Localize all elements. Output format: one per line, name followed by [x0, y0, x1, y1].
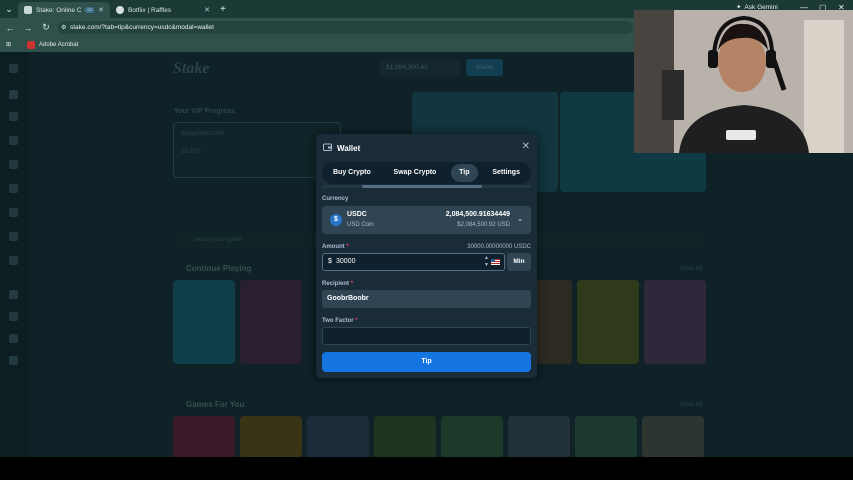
browser-tab-stake[interactable]: Stake: Online Casino & Spo ▭ ✕ — [18, 2, 110, 18]
amount-stepper[interactable]: ▲ ▼ — [484, 255, 489, 269]
tabs-scrollbar[interactable] — [322, 185, 531, 188]
vip-title: Your VIP Progress — [174, 108, 235, 115]
required-mark: * — [350, 281, 354, 287]
new-tab-button[interactable]: + — [220, 4, 226, 15]
originals-icon[interactable] — [9, 256, 18, 265]
casino-icon[interactable] — [9, 112, 18, 121]
tab-audio-badge-icon: ▭ — [85, 7, 95, 13]
tab-close-icon[interactable]: ✕ — [204, 6, 210, 14]
url-text: stake.com/?tab=tip&currency=usdc&modal=w… — [70, 24, 214, 31]
game-tile[interactable] — [642, 416, 704, 457]
currency-symbol: USDC — [347, 211, 367, 218]
promotions-icon[interactable] — [9, 90, 18, 99]
vip-username: thegambler1999 — [181, 131, 225, 137]
two-factor-label: Two Factor * — [322, 318, 358, 324]
tab-tip[interactable]: Tip — [451, 164, 478, 182]
wallet-header: Wallet — [323, 143, 360, 153]
wallet-modal: Wallet ✕ Buy Crypto Swap Crypto Tip Sett… — [316, 134, 537, 378]
close-icon[interactable]: ✕ — [522, 141, 530, 152]
game-tile[interactable] — [307, 416, 369, 457]
address-bar[interactable]: ⚙ stake.com/?tab=tip&currency=usdc&modal… — [58, 21, 633, 34]
game-tile[interactable] — [173, 416, 235, 457]
webcam-overlay — [634, 10, 853, 153]
min-button[interactable]: Min — [507, 253, 531, 271]
webcam-person-image — [634, 10, 853, 153]
tab-buy-crypto[interactable]: Buy Crypto — [325, 164, 379, 182]
tab-settings[interactable]: Settings — [484, 164, 528, 182]
continue-playing-title: Continue Playing — [186, 264, 252, 273]
bets-icon[interactable] — [9, 232, 18, 241]
usdc-coin-icon: $ — [330, 214, 342, 226]
currency-label: Currency — [322, 196, 349, 202]
view-all-link[interactable]: View All — [680, 265, 703, 272]
currency-usd-value: $2,084,500.92 USD — [457, 222, 510, 228]
rewards-icon[interactable] — [9, 290, 18, 299]
screen: ⌄ Stake: Online Casino & Spo ▭ ✕ Botfiix… — [0, 0, 853, 480]
game-tile[interactable] — [374, 416, 436, 457]
reload-icon[interactable]: ↻ — [38, 22, 54, 33]
recipient-label: Recipient * — [322, 281, 353, 287]
wallet-header-button[interactable]: Wallet — [466, 59, 503, 76]
vip-icon[interactable] — [9, 312, 18, 321]
recipient-label-text: Recipient — [322, 281, 350, 287]
vip-progress: 80.20% — [181, 149, 202, 155]
currency-select[interactable]: $ USDC USD Coin 2,084,500.91634449 $2,08… — [322, 206, 531, 234]
bookmark-adobe-acrobat[interactable]: Adobe Acrobat — [39, 42, 78, 48]
tab-list-chevron-icon[interactable]: ⌄ — [0, 0, 18, 18]
stake-favicon-icon — [24, 6, 32, 14]
tab-swap-crypto[interactable]: Swap Crypto — [386, 164, 445, 182]
forward-arrow-icon[interactable]: → — [20, 23, 36, 33]
games-for-you-title: Games For You — [186, 400, 245, 409]
botfiix-favicon-icon — [116, 6, 124, 14]
game-tile[interactable] — [575, 416, 637, 457]
us-flag-icon[interactable] — [491, 259, 500, 265]
amount-label-text: Amount — [322, 244, 345, 250]
game-tile[interactable] — [441, 416, 503, 457]
game-tile[interactable] — [240, 280, 302, 364]
required-mark: * — [346, 244, 349, 250]
recipient-input[interactable]: GoobrBoobr — [322, 290, 531, 308]
support-icon[interactable] — [9, 334, 18, 343]
letterbox-bar — [0, 457, 853, 480]
currency-name: USD Coin — [347, 222, 374, 228]
challenges-icon[interactable] — [9, 208, 18, 217]
browser-tab-botfiix[interactable]: Botfiix | Raffles ✕ — [110, 2, 216, 18]
game-tile[interactable] — [644, 280, 706, 364]
game-tile[interactable] — [173, 280, 235, 364]
chevron-down-icon: ⌄ — [517, 216, 523, 223]
favorites-icon[interactable] — [9, 160, 18, 169]
scrollbar-thumb[interactable] — [362, 185, 482, 188]
back-arrow-icon[interactable]: ← — [2, 23, 18, 33]
two-factor-input[interactable] — [322, 327, 531, 345]
view-all-link[interactable]: View All — [680, 401, 703, 408]
wallet-icon — [323, 143, 332, 153]
tip-button[interactable]: Tip — [322, 352, 531, 372]
menu-icon[interactable] — [9, 64, 18, 73]
currency-balance: 2,084,500.91634449 — [445, 211, 510, 218]
sports-icon[interactable] — [9, 136, 18, 145]
amount-prefix: $ — [328, 258, 332, 265]
tab-close-icon[interactable]: ✕ — [98, 6, 104, 14]
site-info-icon[interactable]: ⚙ — [61, 24, 66, 31]
game-tile[interactable] — [240, 416, 302, 457]
stake-logo[interactable]: Stake — [173, 60, 209, 78]
amount-label: Amount * — [322, 244, 349, 250]
game-tile[interactable] — [577, 280, 639, 364]
game-tile[interactable] — [508, 416, 570, 457]
tab-title: Botfiix | Raffles — [128, 6, 172, 14]
sidebar — [0, 52, 28, 457]
language-icon[interactable] — [9, 356, 18, 365]
wallet-tabs: Buy Crypto Swap Crypto Tip Settings — [322, 162, 531, 184]
acrobat-icon — [27, 40, 36, 49]
two-factor-label-text: Two Factor — [322, 318, 354, 324]
wallet-title: Wallet — [337, 143, 361, 153]
apps-grid-icon[interactable]: ⊞ — [6, 41, 11, 48]
recent-icon[interactable] — [9, 184, 18, 193]
amount-crypto-equivalent: 30000.00000000 USDC — [467, 244, 531, 250]
required-mark: * — [355, 318, 358, 324]
tab-title: Stake: Online Casino & Spo — [36, 6, 82, 14]
balance-display[interactable]: $1,084,300.42 — [380, 59, 460, 76]
amount-input[interactable]: $ 30000 ▲ ▼ — [322, 253, 505, 271]
amount-value: 30000 — [336, 258, 356, 265]
